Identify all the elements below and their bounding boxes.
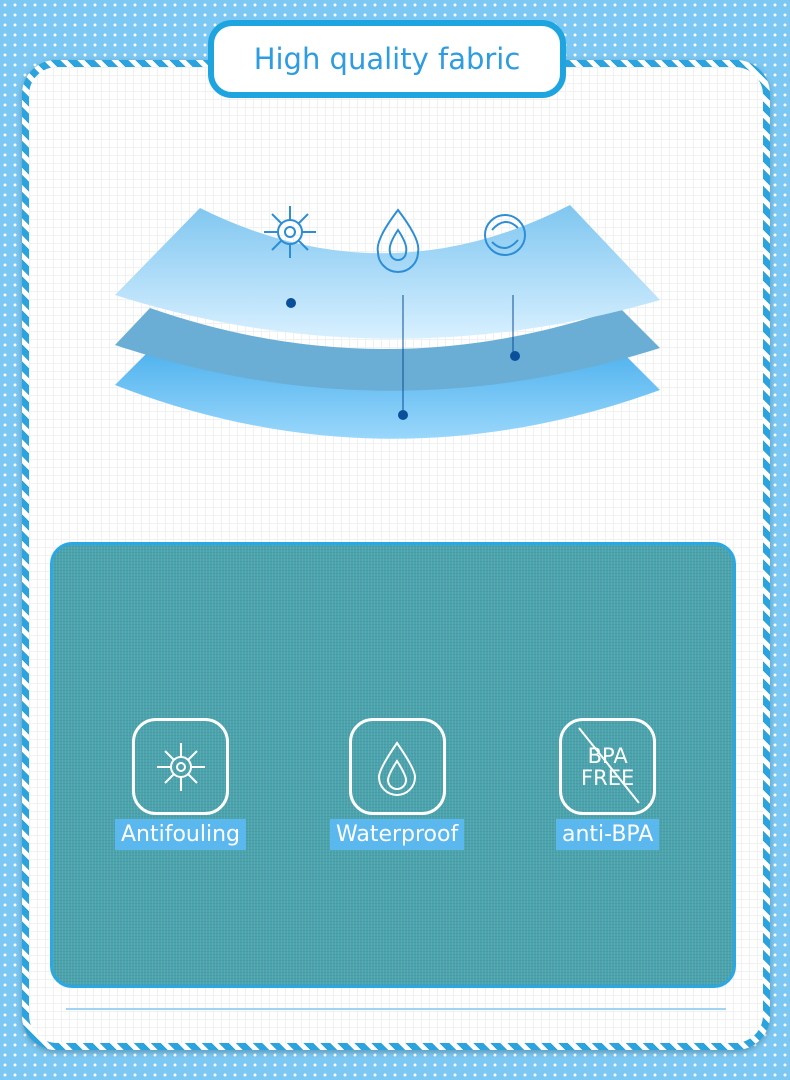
marker-dot [286,298,296,308]
bpa-free-icon: BPA FREE [559,718,657,815]
feature-label: Antifouling [115,819,247,850]
water-drop-icon [348,718,446,815]
fabric-layers-diagram [115,205,660,439]
marker-dot [510,351,520,361]
feature-antifouling: Antifouling [115,718,247,850]
page-title: High quality fabric [253,42,521,76]
feature-label: Waterproof [330,819,465,850]
feature-label: anti-BPA [556,819,660,850]
divider [66,1008,726,1010]
marker-dot [398,410,408,420]
feature-waterproof: Waterproof [330,718,465,850]
feature-anti-bpa: BPA FREE anti-BPA [556,718,660,850]
title-banner: High quality fabric [208,20,566,98]
germ-icon [132,718,229,815]
